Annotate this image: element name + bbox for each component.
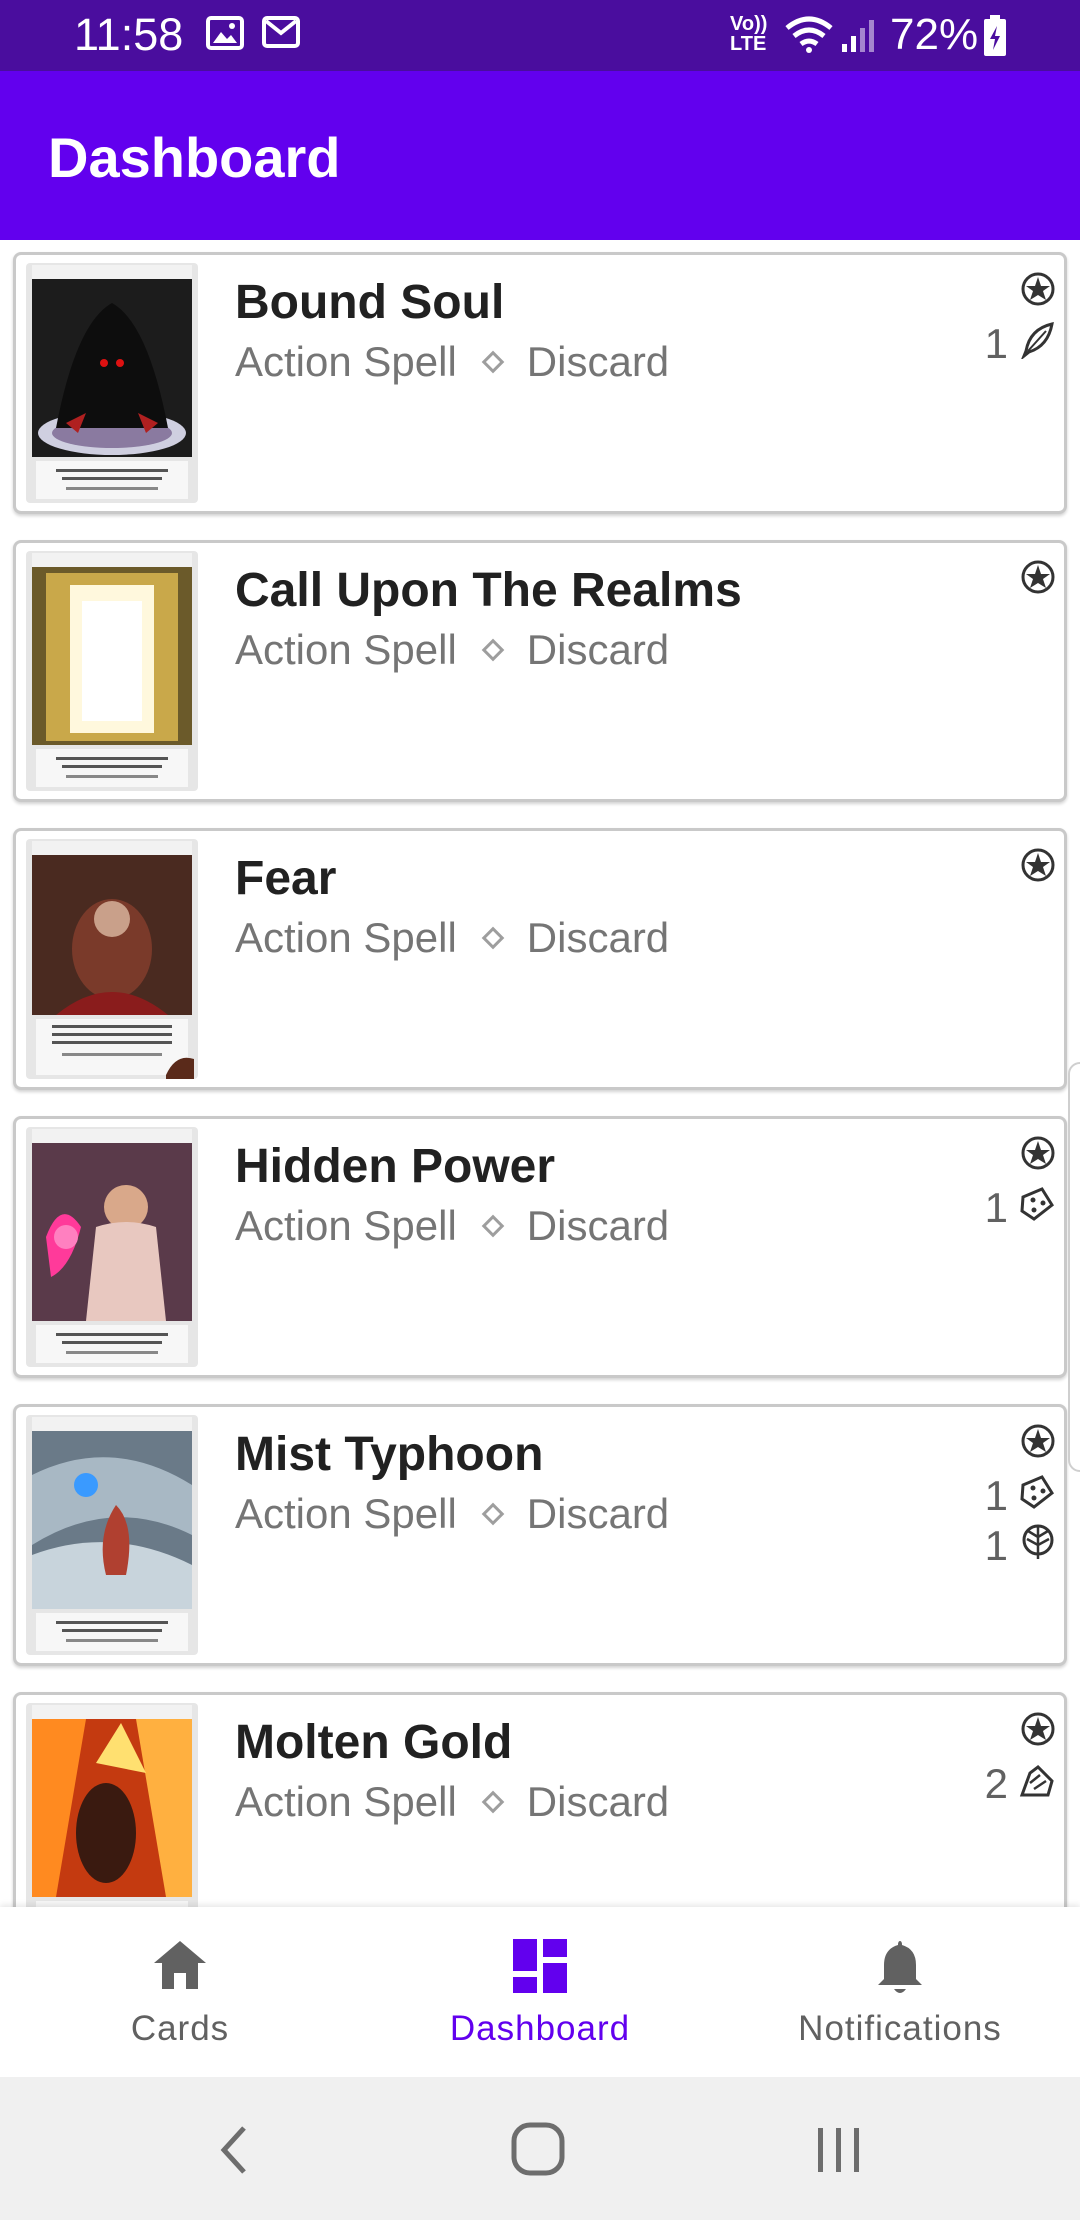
card-subtype: Discard [526,626,670,673]
card-type: Action Spell [235,1490,457,1537]
card-subtype: Discard [526,914,670,961]
card-type: Action Spell [235,914,457,961]
card-item-call-upon-the-realms[interactable]: Call Upon The Realms Action Spell Discard [13,540,1067,802]
card-list[interactable]: Bound Soul Action Spell Discard 1 Call Up… [0,240,1080,1907]
card-type-line: Action Spell Discard [235,1489,669,1539]
status-bar: 11:58 Vo)) LTE 72% [0,0,1080,71]
recents-icon[interactable] [814,2122,864,2183]
battery-icon [982,14,1008,63]
card-art-thumbnail [26,1127,198,1367]
battery-percent: 72% [890,10,979,59]
basic-magic-icon [1020,1711,1056,1752]
cost-count: 1 [984,1472,1008,1519]
nav-item-cards[interactable]: Cards [0,1907,360,2077]
card-item-molten-gold[interactable]: Molten Gold Action Spell Discard 2 [13,1692,1067,1907]
home-icon [150,1937,210,1998]
card-name: Hidden Power [235,1140,556,1193]
cost-count: 1 [984,1184,1008,1231]
volte-icon: Vo)) LTE [730,13,768,55]
natural-leaf-icon [1020,1523,1056,1566]
card-art-thumbnail [26,263,198,503]
card-type-line: Action Spell Discard [235,1777,669,1827]
sympathy-icon [1018,1761,1056,1804]
separator-diamond-icon [481,1502,505,1526]
card-type: Action Spell [235,1202,457,1249]
gmail-icon [262,16,300,53]
class-die-icon [1018,1185,1056,1228]
wifi-icon [784,14,834,59]
system-navigation-bar [0,2077,1080,2220]
card-type: Action Spell [235,626,457,673]
image-icon [206,16,244,55]
card-name: Call Upon The Realms [235,564,742,617]
basic-magic-icon [1020,271,1056,312]
card-item-mist-typhoon[interactable]: Mist Typhoon Action Spell Discard 1 1 [13,1404,1067,1666]
nav-label: Notifications [798,2009,1002,2048]
card-name: Molten Gold [235,1716,513,1769]
card-art-thumbnail [26,1415,198,1655]
bottom-navigation: Cards Dashboard Notifications [0,1907,1080,2077]
card-type-line: Action Spell Discard [235,625,669,675]
home-circle-icon[interactable] [510,2121,566,2182]
card-art-thumbnail [26,1703,198,1907]
dashboard-icon [511,1937,569,2000]
basic-magic-icon [1020,559,1056,600]
status-time: 11:58 [74,9,184,60]
separator-diamond-icon [481,350,505,374]
cost-count: 1 [984,320,1008,367]
card-type: Action Spell [235,338,457,385]
separator-diamond-icon [481,638,505,662]
card-item-bound-soul[interactable]: Bound Soul Action Spell Discard 1 [13,252,1067,514]
basic-magic-icon [1020,1423,1056,1464]
nav-item-dashboard[interactable]: Dashboard [360,1907,720,2077]
back-icon[interactable] [214,2122,254,2183]
card-type-line: Action Spell Discard [235,913,669,963]
card-subtype: Discard [526,1778,670,1825]
cost-count: 1 [984,1522,1008,1569]
separator-diamond-icon [481,926,505,950]
basic-magic-icon [1020,847,1056,888]
card-name: Mist Typhoon [235,1428,544,1481]
cost-count: 2 [984,1760,1008,1807]
app-bar: Dashboard [0,71,1080,240]
card-subtype: Discard [526,1202,670,1249]
card-subtype: Discard [526,338,670,385]
card-art-thumbnail [26,551,198,791]
charm-feather-icon [1020,321,1056,364]
card-name: Bound Soul [235,276,505,329]
card-subtype: Discard [526,1490,670,1537]
card-type-line: Action Spell Discard [235,1201,669,1251]
page-title: Dashboard [48,126,341,189]
class-die-icon [1018,1473,1056,1516]
card-art-thumbnail [26,839,198,1079]
card-type-line: Action Spell Discard [235,337,669,387]
scroll-edge-handle[interactable] [1068,1062,1080,1472]
card-item-hidden-power[interactable]: Hidden Power Action Spell Discard 1 [13,1116,1067,1378]
signal-icon [840,18,876,59]
nav-label: Cards [130,2009,230,2048]
bell-icon [874,1937,926,2002]
separator-diamond-icon [481,1790,505,1814]
basic-magic-icon [1020,1135,1056,1176]
card-name: Fear [235,852,337,905]
nav-label: Dashboard [449,2009,631,2048]
nav-item-notifications[interactable]: Notifications [720,1907,1080,2077]
separator-diamond-icon [481,1214,505,1238]
card-item-fear[interactable]: Fear Action Spell Discard [13,828,1067,1090]
card-type: Action Spell [235,1778,457,1825]
